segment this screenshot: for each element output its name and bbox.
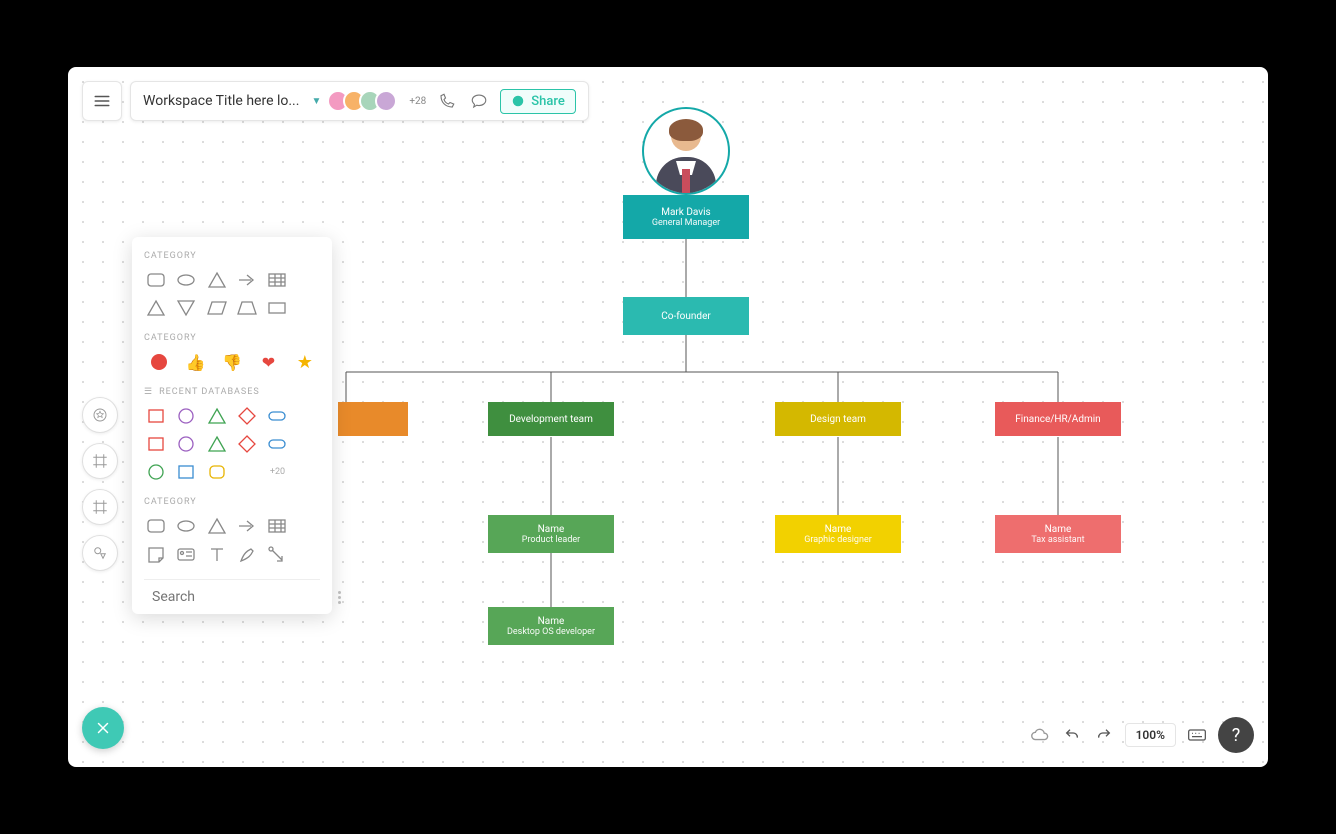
- node-tax-assistant[interactable]: Name Tax assistant: [995, 515, 1121, 553]
- search-input[interactable]: [152, 589, 330, 605]
- shape-triangle-up[interactable]: [144, 297, 168, 319]
- keyboard-icon[interactable]: [1186, 724, 1208, 746]
- avatar[interactable]: [375, 90, 397, 112]
- zoom-level[interactable]: 100%: [1125, 723, 1176, 747]
- app-window: Workspace Title here lo... ▼ +28: [68, 67, 1268, 767]
- tool-shapes-icon[interactable]: [82, 535, 118, 571]
- db-pill-blue[interactable]: [265, 433, 289, 455]
- node-desktop-dev[interactable]: Name Desktop OS developer: [488, 607, 614, 645]
- shape-pen[interactable]: [235, 543, 259, 565]
- shape-ellipse[interactable]: [174, 515, 198, 537]
- category-label: CATEGORY: [144, 333, 320, 343]
- shape-note[interactable]: [144, 543, 168, 565]
- share-label: Share: [531, 94, 565, 109]
- more-count[interactable]: +20: [265, 461, 289, 483]
- menu-button[interactable]: [82, 81, 122, 121]
- title-bar: Workspace Title here lo... ▼ +28: [130, 81, 589, 121]
- help-button[interactable]: ?: [1218, 717, 1254, 753]
- category-label: ☰RECENT DATABASES: [144, 387, 320, 397]
- shape-table[interactable]: [265, 269, 289, 291]
- shape-arrow[interactable]: [235, 515, 259, 537]
- sticker-dot[interactable]: [144, 351, 174, 373]
- shape-triangle-down[interactable]: [174, 297, 198, 319]
- db-square-red[interactable]: [144, 433, 168, 455]
- sticker-thumbs-up[interactable]: 👍: [180, 351, 210, 373]
- shape-arrow[interactable]: [235, 269, 259, 291]
- tool-frame-icon[interactable]: [82, 443, 118, 479]
- sticker-thumbs-down[interactable]: 👎: [217, 351, 247, 373]
- shape-rounded-rect[interactable]: [144, 269, 168, 291]
- shape-table[interactable]: [265, 515, 289, 537]
- shape-triangle[interactable]: [205, 269, 229, 291]
- shape-rounded-rect[interactable]: [144, 515, 168, 537]
- db-circle-purple[interactable]: [174, 405, 198, 427]
- shape-parallelogram[interactable]: [205, 297, 229, 319]
- redo-icon[interactable]: [1093, 724, 1115, 746]
- sticker-heart[interactable]: ❤: [253, 351, 283, 373]
- shape-panel: CATEGORY CATEGORY 👍 👎 ❤ ★ ☰RECENT DATABA…: [132, 237, 332, 614]
- node-dept-design[interactable]: Design team: [775, 402, 901, 436]
- category-label: CATEGORY: [144, 251, 320, 261]
- shape-triangle[interactable]: [205, 515, 229, 537]
- shape-card[interactable]: [174, 543, 198, 565]
- call-icon[interactable]: [436, 90, 458, 112]
- shape-text[interactable]: [205, 543, 229, 565]
- avatar-ring[interactable]: [642, 107, 730, 195]
- node-product-leader[interactable]: Name Product leader: [488, 515, 614, 553]
- shape-rect[interactable]: [265, 297, 289, 319]
- category-label: CATEGORY: [144, 497, 320, 507]
- shape-ellipse[interactable]: [174, 269, 198, 291]
- db-diamond-red[interactable]: [235, 433, 259, 455]
- node-dept-development[interactable]: Development team: [488, 402, 614, 436]
- db-triangle-green[interactable]: [205, 433, 229, 455]
- node-dept-orange[interactable]: [338, 402, 408, 436]
- collaborators: +28 Share: [333, 89, 575, 114]
- cloud-icon[interactable]: [1029, 724, 1051, 746]
- close-fab[interactable]: [82, 707, 124, 749]
- workspace-title[interactable]: Workspace Title here lo...: [143, 93, 299, 109]
- node-root[interactable]: Mark Davis General Manager: [623, 195, 749, 239]
- db-circle-purple[interactable]: [174, 433, 198, 455]
- db-square-red[interactable]: [144, 405, 168, 427]
- node-dept-finance[interactable]: Finance/HR/Admin: [995, 402, 1121, 436]
- db-triangle-green[interactable]: [205, 405, 229, 427]
- db-square-blue[interactable]: [174, 461, 198, 483]
- collaborator-count[interactable]: +28: [409, 96, 426, 107]
- node-cofounder[interactable]: Co-founder: [623, 297, 749, 335]
- shape-connector[interactable]: [265, 543, 289, 565]
- db-rounded-yellow[interactable]: [205, 461, 229, 483]
- chat-icon[interactable]: [468, 90, 490, 112]
- node-graphic-designer[interactable]: Name Graphic designer: [775, 515, 901, 553]
- db-diamond-red[interactable]: [235, 405, 259, 427]
- tool-frame2-icon[interactable]: [82, 489, 118, 525]
- db-pill-blue[interactable]: [265, 405, 289, 427]
- shape-trapezoid[interactable]: [235, 297, 259, 319]
- db-circle-green[interactable]: [144, 461, 168, 483]
- tool-star-icon[interactable]: [82, 397, 118, 433]
- share-button[interactable]: Share: [500, 89, 576, 114]
- more-icon[interactable]: [338, 591, 341, 604]
- title-dropdown-icon[interactable]: ▼: [311, 96, 321, 107]
- undo-icon[interactable]: [1061, 724, 1083, 746]
- sticker-star[interactable]: ★: [290, 351, 320, 373]
